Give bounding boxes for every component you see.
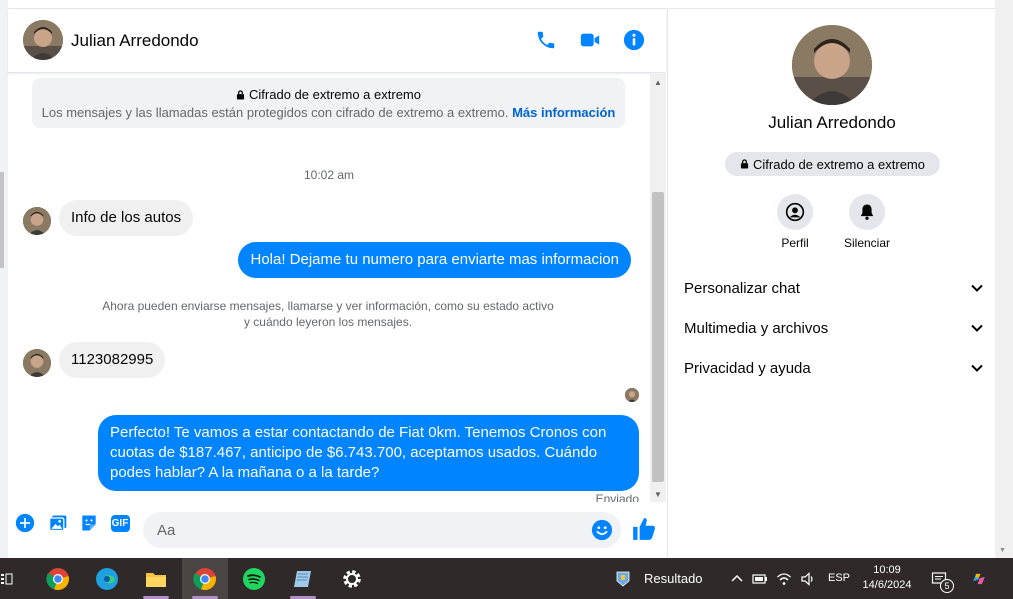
more-info-link[interactable]: Más información	[512, 105, 615, 120]
chat-panel: Julian Arredondo Cifrado de extremo a ex…	[8, 8, 666, 558]
encryption-pill[interactable]: Cifrado de extremo a extremo	[725, 152, 940, 176]
gutter-mark	[0, 172, 4, 268]
wifi-icon[interactable]	[775, 570, 793, 588]
notification-count-badge: 5	[940, 579, 954, 593]
edge-icon[interactable]	[84, 558, 130, 599]
weather-badge-icon[interactable]	[614, 570, 632, 588]
left-gutter	[0, 0, 8, 558]
scroll-down-arrow-icon[interactable]: ▼	[999, 547, 1006, 554]
system-note: Ahora pueden enviarse mensajes, llamarse…	[102, 299, 554, 329]
info-icon[interactable]	[621, 27, 647, 53]
message-bubble-outgoing[interactable]: Perfecto! Te vamos a estar contactando d…	[98, 415, 639, 491]
message-bubble-incoming[interactable]: Info de los autos	[59, 200, 194, 236]
seen-avatar	[625, 388, 639, 402]
chevron-up-icon[interactable]	[728, 570, 746, 588]
scroll-up-arrow-icon[interactable]: ▲	[650, 74, 666, 90]
message-bubble-outgoing[interactable]: Hola! Dejame tu numero para enviarte mas…	[238, 242, 631, 278]
mute-button[interactable]: Silenciar	[837, 194, 897, 250]
profile-label: Perfil	[781, 236, 809, 250]
encryption-pill-label: Cifrado de extremo a extremo	[753, 156, 925, 172]
chat-header: Julian Arredondo	[8, 9, 666, 73]
message-scrollbar[interactable]: ▲ ▼	[650, 74, 666, 502]
contact-avatar[interactable]	[23, 20, 63, 60]
chevron-down-icon	[970, 321, 984, 335]
section-label: Privacidad y ayuda	[684, 359, 811, 377]
message-bubble-incoming[interactable]: 1123082995	[59, 342, 166, 378]
page-scrollbar[interactable]: ▼	[995, 0, 1013, 558]
spotify-icon[interactable]	[231, 558, 277, 599]
section-media-files[interactable]: Multimedia y archivos	[684, 308, 984, 348]
contact-name[interactable]: Julian Arredondo	[71, 31, 199, 51]
sender-avatar[interactable]	[23, 207, 51, 235]
task-view-icon[interactable]	[0, 570, 18, 588]
video-icon[interactable]	[577, 27, 603, 53]
weather-text[interactable]: Resultado	[644, 571, 703, 586]
encryption-title: Cifrado de extremo a extremo	[249, 87, 421, 102]
section-privacy-help[interactable]: Privacidad y ayuda	[684, 348, 984, 388]
copilot-icon[interactable]	[968, 568, 990, 590]
composer: GIF	[8, 502, 666, 559]
chevron-down-icon	[970, 281, 984, 295]
chat-info-panel: Julian Arredondo Cifrado de extremo a ex…	[667, 8, 995, 558]
scroll-thumb[interactable]	[652, 192, 664, 482]
clock-time: 10:09	[873, 564, 901, 576]
sent-status: Enviado	[595, 492, 639, 502]
bell-icon	[860, 204, 874, 220]
add-icon[interactable]	[14, 512, 36, 534]
profile-avatar[interactable]	[792, 25, 872, 105]
phone-icon[interactable]	[533, 27, 559, 53]
message-list: Cifrado de extremo a extremo Los mensaje…	[8, 74, 650, 502]
file-explorer-icon[interactable]	[133, 558, 179, 599]
emoji-icon[interactable]	[591, 519, 613, 541]
encryption-description: Los mensajes y las llamadas están proteg…	[41, 105, 509, 120]
battery-icon[interactable]	[751, 570, 769, 588]
scroll-down-arrow-icon[interactable]: ▼	[650, 486, 666, 502]
profile-button[interactable]: Perfil	[765, 194, 825, 250]
chevron-down-icon	[970, 361, 984, 375]
language-indicator[interactable]: ESP	[828, 572, 850, 584]
message-input[interactable]	[155, 512, 575, 548]
section-label: Personalizar chat	[684, 279, 800, 297]
clock[interactable]: 10:09 14/6/2024	[855, 563, 919, 593]
thumbs-up-icon[interactable]	[631, 516, 657, 542]
encryption-notice: Cifrado de extremo a extremo Los mensaje…	[32, 78, 625, 128]
taskbar: Resultado ESP 10:09 14/6/2024 5	[0, 558, 1013, 599]
clock-date: 14/6/2024	[862, 579, 912, 591]
gif-icon[interactable]: GIF	[109, 512, 131, 534]
section-label: Multimedia y archivos	[684, 319, 829, 337]
notes-app-icon[interactable]	[280, 558, 326, 599]
lock-icon	[740, 159, 749, 169]
speaker-icon[interactable]	[799, 570, 817, 588]
profile-icon	[785, 202, 805, 222]
chrome-icon[interactable]	[35, 558, 81, 599]
message-timestamp: 10:02 am	[303, 168, 355, 182]
sticker-icon[interactable]	[78, 512, 100, 534]
message-input-wrap	[143, 512, 621, 548]
chrome-active-icon[interactable]	[182, 558, 228, 599]
profile-name: Julian Arredondo	[768, 113, 896, 132]
mute-label: Silenciar	[843, 236, 891, 250]
sender-avatar[interactable]	[23, 349, 51, 377]
settings-gear-icon[interactable]	[329, 558, 375, 599]
lock-icon	[236, 89, 245, 100]
section-customize-chat[interactable]: Personalizar chat	[684, 268, 984, 308]
image-icon[interactable]	[47, 512, 69, 534]
